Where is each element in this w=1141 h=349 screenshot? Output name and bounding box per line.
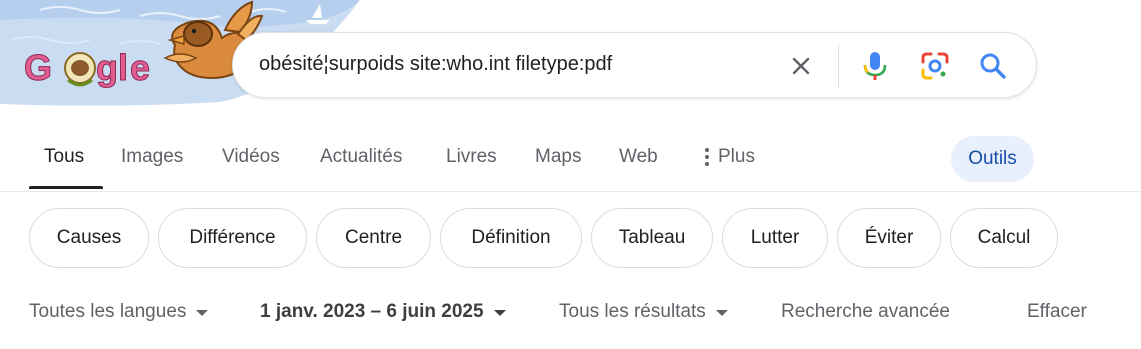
vertical-dots-icon	[705, 148, 709, 166]
results-filter-label: Tous les résultats	[559, 301, 706, 322]
svg-text:G: G	[24, 47, 52, 88]
clear-filters-link[interactable]: Effacer	[1027, 301, 1087, 323]
search-divider	[838, 45, 839, 87]
advanced-search-label: Recherche avancée	[781, 301, 950, 322]
date-filter-label: 1 janv. 2023 – 6 juin 2025	[260, 301, 484, 322]
close-icon[interactable]	[785, 50, 817, 82]
tab-books[interactable]: Livres	[446, 146, 497, 168]
chip-tableau[interactable]: Tableau	[591, 208, 713, 268]
chip-lutter[interactable]: Lutter	[722, 208, 828, 268]
caret-down-icon	[196, 310, 209, 316]
chip-difference[interactable]: Différence	[158, 208, 307, 268]
chip-eviter[interactable]: Éviter	[837, 208, 941, 268]
chip-causes[interactable]: Causes	[29, 208, 149, 268]
tools-button[interactable]: Outils	[951, 136, 1034, 182]
search-box[interactable]: obésité¦surpoids site:who.int filetype:p…	[232, 32, 1037, 98]
svg-text:l: l	[118, 47, 128, 88]
advanced-search-link[interactable]: Recherche avancée	[781, 301, 950, 323]
microphone-icon[interactable]	[859, 50, 891, 82]
tab-web[interactable]: Web	[619, 146, 658, 168]
active-tab-indicator	[29, 186, 103, 189]
svg-text:e: e	[130, 47, 150, 88]
svg-text:g: g	[96, 47, 118, 88]
google-lens-icon[interactable]	[919, 50, 951, 82]
language-filter-label: Toutes les langues	[29, 301, 187, 322]
caret-down-icon	[715, 310, 728, 316]
tab-videos[interactable]: Vidéos	[222, 146, 280, 168]
tab-images[interactable]: Images	[121, 146, 183, 168]
search-input[interactable]: obésité¦surpoids site:who.int filetype:p…	[259, 53, 612, 76]
tab-news[interactable]: Actualités	[320, 146, 402, 168]
chip-definition[interactable]: Définition	[440, 208, 582, 268]
tab-maps[interactable]: Maps	[535, 146, 581, 168]
chip-calcul[interactable]: Calcul	[950, 208, 1058, 268]
date-filter[interactable]: 1 janv. 2023 – 6 juin 2025	[260, 301, 506, 323]
clear-filters-label: Effacer	[1027, 301, 1087, 322]
caret-down-icon	[493, 310, 506, 316]
search-icon[interactable]	[977, 50, 1009, 82]
chip-centre[interactable]: Centre	[316, 208, 431, 268]
tab-more-label: Plus	[718, 146, 755, 167]
tab-more[interactable]: Plus	[704, 146, 755, 168]
language-filter[interactable]: Toutes les langues	[29, 301, 209, 323]
results-filter[interactable]: Tous les résultats	[559, 301, 728, 323]
tab-all[interactable]: Tous	[44, 146, 84, 168]
